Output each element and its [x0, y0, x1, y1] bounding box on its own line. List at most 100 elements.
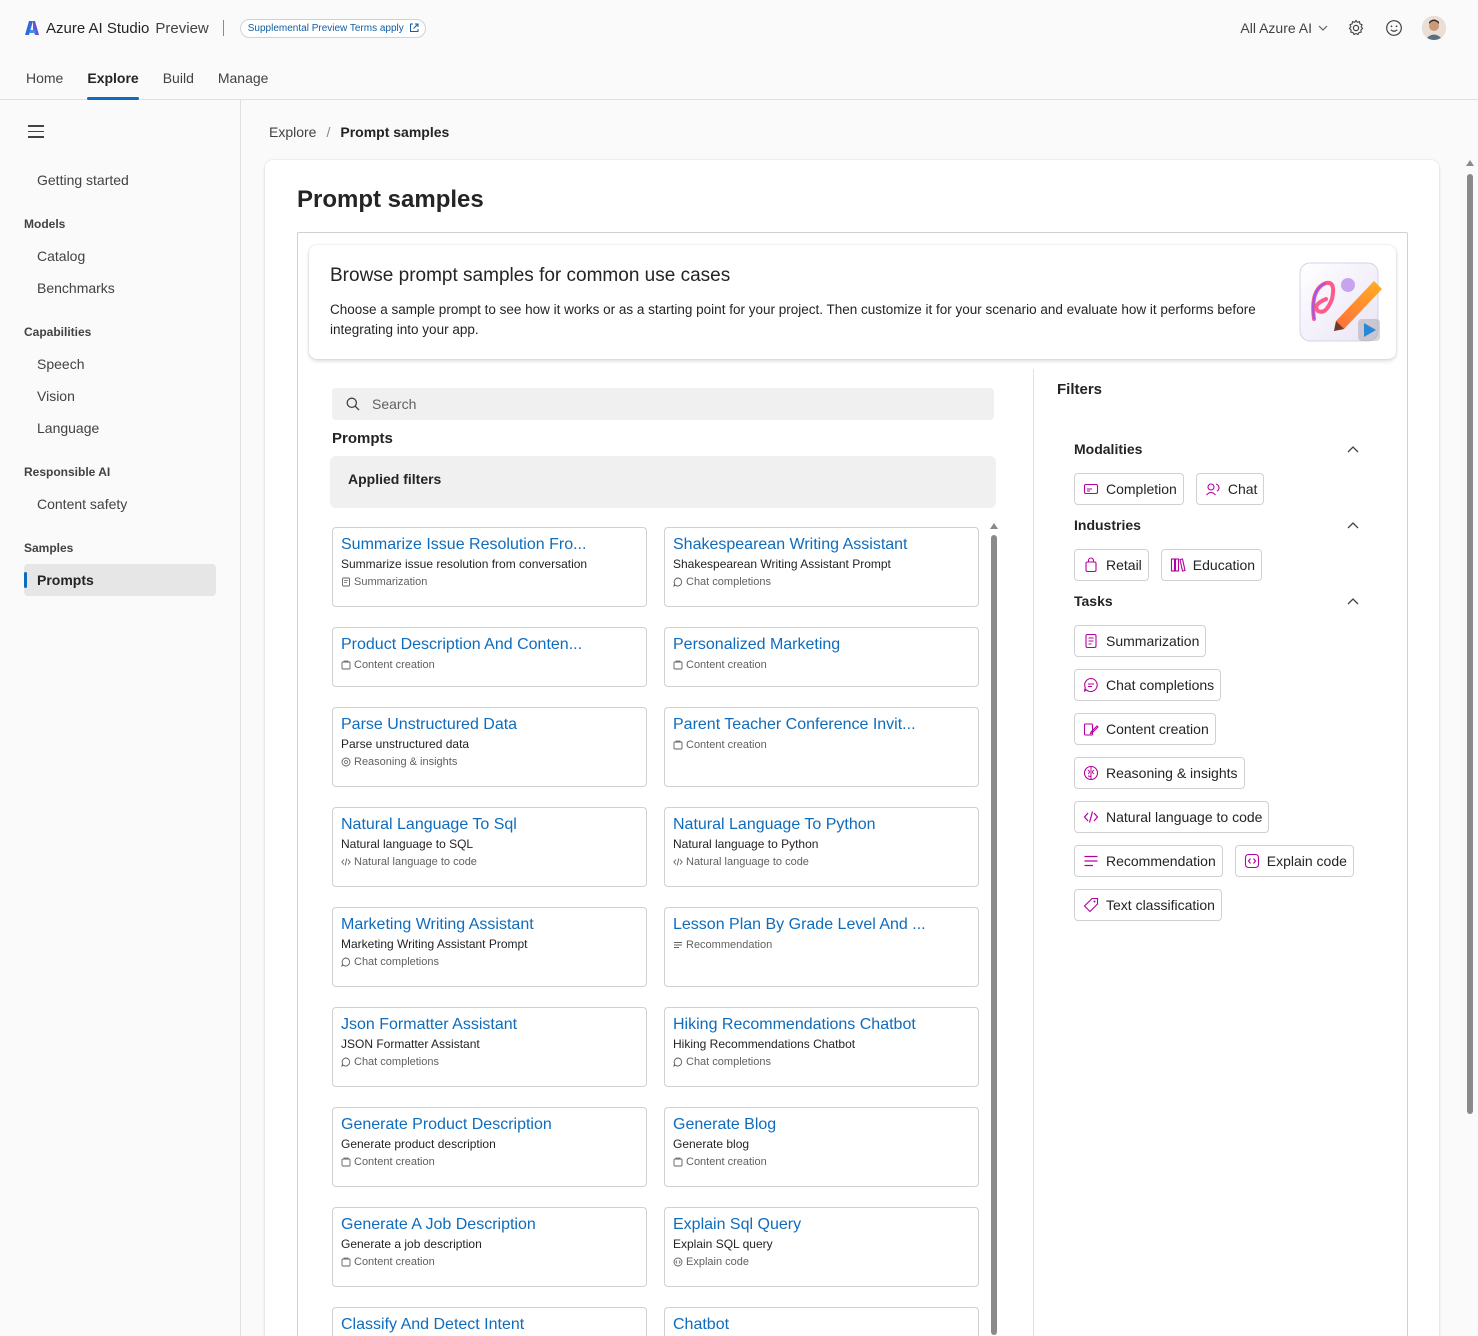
sidebar: Getting started Models Catalog Benchmark… — [0, 100, 241, 1336]
search-input[interactable] — [372, 396, 972, 412]
preview-terms-label: Supplemental Preview Terms apply — [247, 22, 404, 34]
prompt-card[interactable]: Parent Teacher Conference Invit... Conte… — [664, 707, 979, 787]
filter-chip-reasoning-insights[interactable]: Reasoning & insights — [1074, 757, 1245, 789]
filter-chip-education[interactable]: Education — [1160, 549, 1263, 581]
prompt-card-tag-label: Content creation — [354, 1156, 435, 1168]
page-scrollbar[interactable] — [1464, 160, 1476, 1140]
feedback-button[interactable] — [1384, 18, 1404, 38]
content-creation-icon — [673, 740, 683, 750]
tab-home[interactable]: Home — [26, 68, 63, 100]
sidebar-item-language[interactable]: Language — [24, 412, 216, 444]
filter-section-tasks: Tasks Summarization Chat completions Con… — [1074, 591, 1359, 921]
scope-dropdown[interactable]: All Azure AI — [1240, 20, 1328, 36]
filter-section-modalities: Modalities Completion Chat — [1074, 439, 1359, 505]
prompt-card-title: Parse Unstructured Data — [341, 716, 518, 733]
filter-chip-summarization[interactable]: Summarization — [1074, 625, 1207, 657]
prompt-card[interactable]: Json Formatter Assistant JSON Formatter … — [332, 1007, 647, 1087]
filter-chip-retail[interactable]: Retail — [1074, 549, 1149, 581]
page-title: Prompt samples — [297, 186, 484, 213]
filter-section-label: Tasks — [1074, 593, 1113, 609]
cards-scrollbar[interactable] — [989, 523, 999, 1336]
sidebar-item-catalog[interactable]: Catalog — [24, 240, 216, 272]
chevron-down-icon — [1318, 25, 1328, 31]
filter-chip-label: Reasoning & insights — [1106, 765, 1238, 781]
prompt-card[interactable]: Shakespearean Writing Assistant Shakespe… — [664, 527, 979, 607]
external-link-icon — [409, 23, 419, 32]
chat-icon — [673, 577, 683, 587]
sidebar-item-benchmarks[interactable]: Benchmarks — [24, 272, 216, 304]
sidebar-item-getting-started[interactable]: Getting started — [24, 164, 216, 196]
prompt-card-title: Parent Teacher Conference Invit... — [673, 716, 916, 733]
prompt-card[interactable]: Generate A Job Description Generate a jo… — [332, 1207, 647, 1287]
prompt-card[interactable]: Product Description And Conten... Conten… — [332, 627, 647, 687]
prompt-card[interactable]: Chatbot — [664, 1307, 979, 1336]
sidebar-group-responsible-ai: Responsible AI — [24, 465, 111, 479]
sidebar-item-prompts[interactable]: Prompts — [24, 564, 216, 596]
prompt-card-description: Marketing Writing Assistant Prompt — [341, 937, 528, 951]
tab-explore[interactable]: Explore — [87, 68, 140, 100]
prompt-card-tag: Reasoning & insights — [341, 756, 638, 768]
breadcrumb-explore-link[interactable]: Explore — [269, 124, 316, 140]
prompt-card-title: Personalized Marketing — [673, 636, 841, 653]
content-creation-icon — [673, 1157, 683, 1167]
tab-build[interactable]: Build — [163, 68, 194, 100]
filter-chip-explain-code[interactable]: Explain code — [1234, 845, 1354, 877]
sidebar-item-content-safety[interactable]: Content safety — [24, 488, 216, 520]
filter-chip-natural-language-to-code[interactable]: Natural language to code — [1074, 801, 1270, 833]
prompt-card[interactable]: Generate Product Description Generate pr… — [332, 1107, 647, 1187]
menu-toggle-button[interactable] — [28, 125, 44, 139]
prompt-card[interactable]: Lesson Plan By Grade Level And ... Recom… — [664, 907, 979, 987]
filter-chip-chat[interactable]: Chat — [1195, 473, 1265, 505]
settings-button[interactable] — [1346, 18, 1366, 38]
smiley-icon — [1386, 20, 1402, 36]
prompt-card[interactable]: Parse Unstructured Data Parse unstructur… — [332, 707, 647, 787]
summarization-icon — [1085, 633, 1097, 649]
filter-chip-label: Retail — [1106, 557, 1142, 573]
prompt-card[interactable]: Explain Sql Query Explain SQL query Expl… — [664, 1207, 979, 1287]
panel-divider — [1033, 369, 1034, 1336]
filter-chip-chat-completions[interactable]: Chat completions — [1074, 669, 1222, 701]
prompt-card[interactable]: Hiking Recommendations Chatbot Hiking Re… — [664, 1007, 979, 1087]
tab-manage[interactable]: Manage — [218, 68, 269, 100]
scrollbar-thumb[interactable] — [991, 535, 997, 1335]
scroll-up-arrow-icon[interactable] — [990, 523, 998, 529]
prompt-card-tag-label: Summarization — [354, 576, 428, 588]
filter-section-label: Industries — [1074, 517, 1141, 533]
scrollbar-thumb[interactable] — [1467, 174, 1473, 1114]
prompt-card-description: Natural language to Python — [673, 837, 819, 851]
prompt-card-description: Explain SQL query — [673, 1237, 773, 1251]
prompt-card[interactable]: Classify And Detect Intent — [332, 1307, 647, 1336]
top-bar: Azure AI Studio Preview Supplemental Pre… — [0, 0, 1478, 100]
filter-section-header[interactable]: Modalities — [1074, 439, 1359, 459]
filter-chip-recommendation[interactable]: Recommendation — [1074, 845, 1223, 877]
sidebar-item-vision[interactable]: Vision — [24, 380, 216, 412]
scroll-up-arrow-icon[interactable] — [1466, 160, 1474, 166]
filter-section-header[interactable]: Industries — [1074, 515, 1359, 535]
chat-icon — [1083, 677, 1098, 692]
preview-terms-link[interactable]: Supplemental Preview Terms apply — [239, 18, 426, 38]
content-creation-icon — [673, 660, 683, 670]
prompt-card-tag-label: Content creation — [686, 659, 767, 671]
filter-chip-content-creation[interactable]: Content creation — [1074, 713, 1216, 745]
prompt-card[interactable]: Generate Blog Generate blog Content crea… — [664, 1107, 979, 1187]
prompt-card-tag: Content creation — [341, 1156, 638, 1168]
prompt-card-title: Hiking Recommendations Chatbot — [673, 1016, 916, 1033]
filter-section-header[interactable]: Tasks — [1074, 591, 1359, 611]
filter-chips: Retail Education — [1074, 549, 1359, 581]
filter-chip-completion[interactable]: Completion — [1074, 473, 1184, 505]
prompt-card-tag: Natural language to code — [341, 856, 638, 868]
prompt-card-description: Parse unstructured data — [341, 737, 470, 751]
avatar[interactable] — [1422, 16, 1446, 40]
banner-title: Browse prompt samples for common use cas… — [330, 265, 731, 286]
prompt-card[interactable]: Marketing Writing Assistant Marketing Wr… — [332, 907, 647, 987]
prompt-card-tag: Natural language to code — [673, 856, 970, 868]
sidebar-item-speech[interactable]: Speech — [24, 348, 216, 380]
filter-chip-text-classification[interactable]: Text classification — [1074, 889, 1222, 921]
prompt-card[interactable]: Natural Language To Python Natural langu… — [664, 807, 979, 887]
main-nav-tabs: Home Explore Build Manage — [26, 68, 268, 100]
prompt-card-tag-label: Content creation — [354, 1256, 435, 1268]
prompt-card[interactable]: Natural Language To Sql Natural language… — [332, 807, 647, 887]
prompt-card[interactable]: Personalized Marketing Content creation — [664, 627, 979, 687]
prompt-card[interactable]: Summarize Issue Resolution Fro... Summar… — [332, 527, 647, 607]
prompt-card-tag-label: Explain code — [686, 1256, 749, 1268]
